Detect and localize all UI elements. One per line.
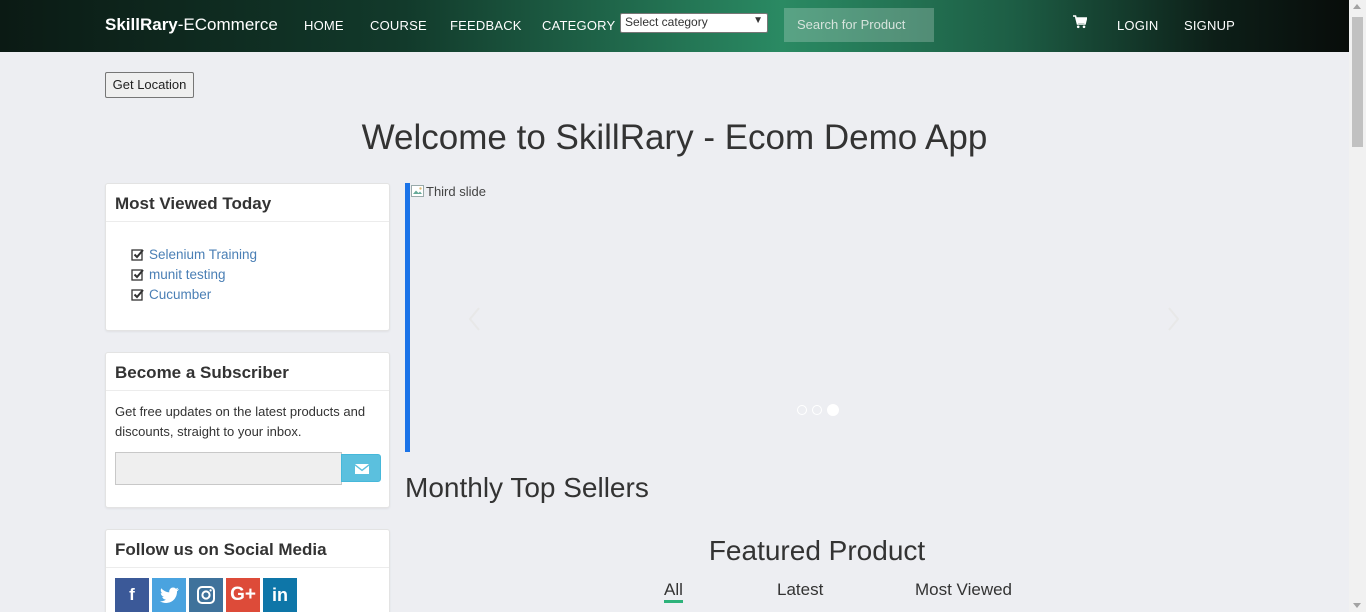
- subscribe-email-field[interactable]: [115, 452, 342, 485]
- social-links: f G+ in: [115, 578, 300, 612]
- brand-bold: SkillRary: [105, 15, 178, 34]
- envelope-icon: [355, 464, 369, 474]
- checkbox-checked-icon: [131, 288, 144, 301]
- carousel-indicators: [797, 404, 844, 416]
- instagram-camera-glyph: [197, 586, 215, 604]
- carousel-indicator-active[interactable]: [827, 404, 839, 416]
- most-viewed-link[interactable]: Selenium Training: [149, 247, 257, 262]
- google-plus-icon[interactable]: G+: [226, 578, 260, 612]
- category-select-value: Select category: [625, 15, 708, 29]
- list-item[interactable]: munit testing: [131, 264, 389, 284]
- chevron-right-icon[interactable]: [1167, 305, 1181, 333]
- most-viewed-link[interactable]: munit testing: [149, 267, 226, 282]
- scroll-down-icon[interactable]: [1353, 603, 1361, 608]
- carousel-image-alt: Third slide: [426, 183, 486, 199]
- navbar: SkillRary-ECommerce HOME COURSE FEEDBACK…: [0, 0, 1349, 52]
- social-panel: Follow us on Social Media f G+ in: [105, 529, 390, 612]
- twitter-icon[interactable]: [152, 578, 186, 612]
- facebook-icon[interactable]: f: [115, 578, 149, 612]
- instagram-icon[interactable]: [189, 578, 223, 612]
- subscriber-panel: Become a Subscriber Get free updates on …: [105, 352, 390, 508]
- featured-product-heading: Featured Product: [708, 535, 926, 566]
- carousel-indicator[interactable]: [797, 405, 807, 415]
- page-scrollbar[interactable]: [1349, 0, 1366, 612]
- tab-most-viewed[interactable]: Most Viewed: [915, 580, 1012, 600]
- nav-course-link[interactable]: COURSE: [370, 18, 427, 33]
- nav-category-link[interactable]: CATEGORY: [542, 18, 615, 33]
- brand-logo[interactable]: SkillRary-ECommerce: [105, 15, 278, 35]
- twitter-bird-glyph: [159, 587, 179, 603]
- most-viewed-link[interactable]: Cucumber: [149, 287, 211, 302]
- checkbox-checked-icon: [131, 248, 144, 261]
- tab-all[interactable]: All: [664, 580, 683, 603]
- carousel-slide-image: Third slide: [410, 183, 486, 199]
- scrollbar-thumb[interactable]: [1352, 17, 1363, 147]
- carousel-accent-bar: [405, 183, 410, 452]
- nav-home-link[interactable]: HOME: [304, 18, 344, 33]
- nav-feedback-link[interactable]: FEEDBACK: [450, 18, 522, 33]
- subscriber-description: Get free updates on the latest products …: [115, 404, 366, 439]
- carousel[interactable]: Third slide: [405, 183, 1229, 452]
- checkbox-checked-icon: [131, 268, 144, 281]
- most-viewed-title: Most Viewed Today: [106, 184, 389, 222]
- social-title: Follow us on Social Media: [106, 530, 389, 568]
- linkedin-icon[interactable]: in: [263, 578, 297, 612]
- subscribe-button[interactable]: [341, 454, 381, 482]
- tab-latest[interactable]: Latest: [777, 580, 823, 600]
- most-viewed-panel: Most Viewed Today Selenium Training muni…: [105, 183, 390, 331]
- scroll-up-icon[interactable]: [1353, 4, 1361, 9]
- list-item[interactable]: Cucumber: [131, 284, 389, 304]
- category-select[interactable]: Select category ▼: [620, 13, 768, 33]
- chevron-down-icon: ▼: [753, 15, 763, 26]
- most-viewed-list: Selenium Training munit testing Cucumber: [106, 222, 389, 304]
- page-title: Welcome to SkillRary - Ecom Demo App: [361, 118, 988, 157]
- carousel-indicator[interactable]: [812, 405, 822, 415]
- search-input[interactable]: Search for Product: [784, 8, 934, 42]
- signup-link[interactable]: SIGNUP: [1184, 18, 1235, 33]
- chevron-left-icon[interactable]: [467, 305, 481, 333]
- brand-rest: -ECommerce: [177, 15, 278, 34]
- list-item[interactable]: Selenium Training: [131, 244, 389, 264]
- cart-icon[interactable]: [1073, 15, 1087, 29]
- broken-image-icon: [411, 185, 424, 197]
- login-link[interactable]: LOGIN: [1117, 18, 1158, 33]
- monthly-top-sellers-heading: Monthly Top Sellers: [405, 472, 649, 503]
- get-location-button[interactable]: Get Location: [105, 72, 194, 98]
- subscriber-title: Become a Subscriber: [106, 353, 389, 391]
